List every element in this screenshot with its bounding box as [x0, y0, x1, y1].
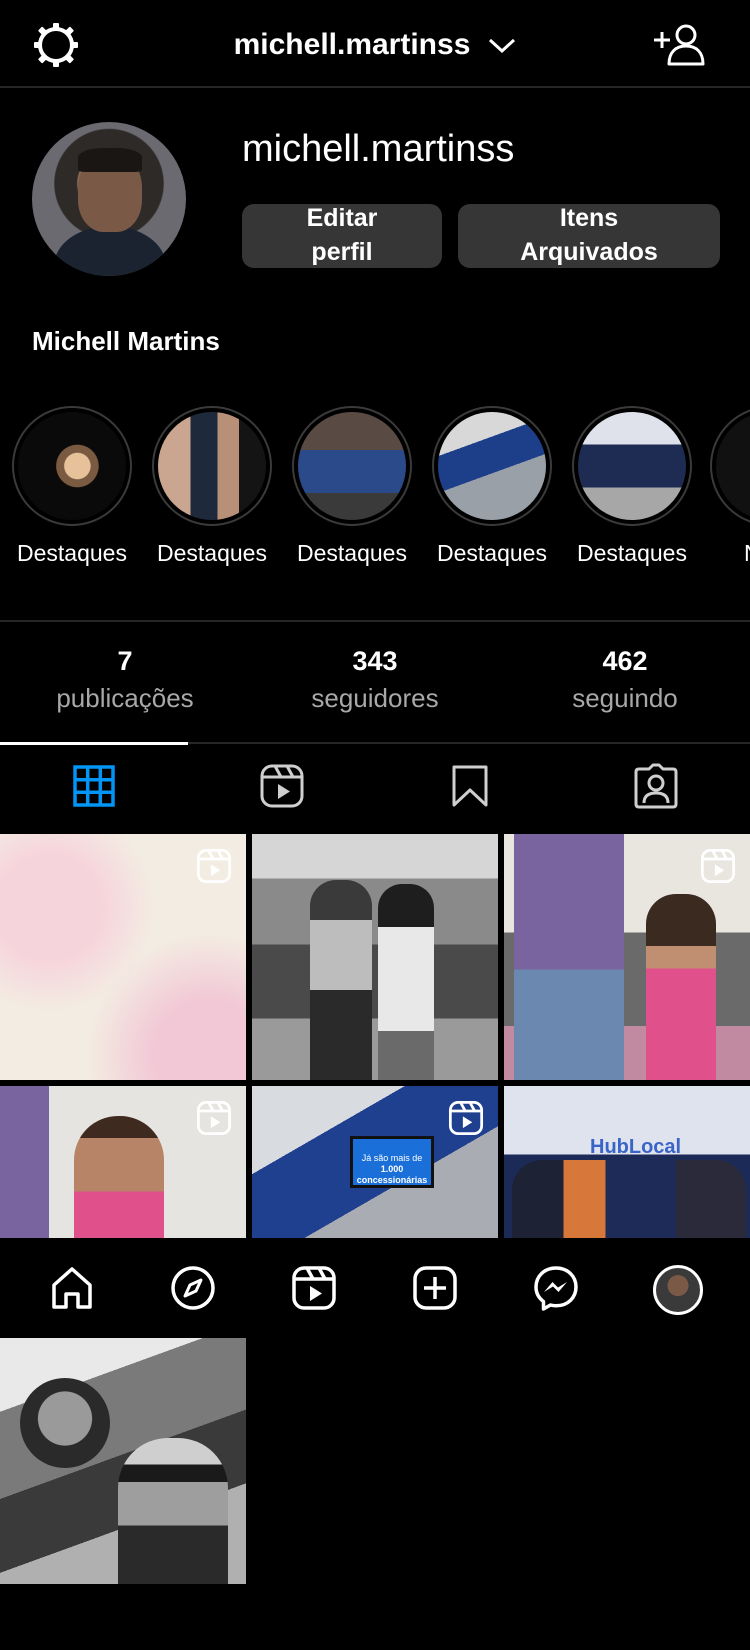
tv-screen-line1: Já são mais de — [361, 1153, 423, 1163]
add-user-icon[interactable] — [652, 22, 706, 68]
active-tab-indicator — [0, 742, 188, 745]
account-switcher[interactable]: michell.martinss — [0, 28, 750, 63]
post-thumbnail[interactable]: HubLocal — [504, 1086, 750, 1238]
tv-screen: Já são mais de 1.000 concessionárias — [350, 1136, 434, 1188]
photo-person — [310, 880, 372, 1080]
highlight-thumb — [716, 412, 750, 520]
nav-profile[interactable] — [648, 1260, 708, 1320]
nav-explore[interactable] — [163, 1260, 223, 1320]
bookmark-icon — [450, 764, 490, 813]
nav-reels[interactable] — [284, 1260, 344, 1320]
post-thumbnail[interactable]: Já são mais de 1.000 concessionárias — [252, 1086, 498, 1238]
reels-icon — [259, 763, 305, 814]
banner-text: HubLocal — [590, 1136, 682, 1158]
reels-icon — [196, 848, 232, 889]
highlight-label: Destaques — [297, 540, 407, 566]
edit-label-line1: Editar — [306, 204, 378, 233]
highlight-thumb — [18, 412, 126, 520]
avatar-hair — [78, 148, 142, 172]
highlight-ring — [710, 406, 750, 526]
reels-icon — [700, 848, 736, 889]
section-divider — [0, 620, 750, 622]
profile-username: michell.martinss — [242, 128, 515, 170]
photo-person — [378, 884, 434, 1080]
tagged-icon — [633, 763, 679, 814]
tab-reels[interactable] — [188, 758, 376, 818]
post-thumbnail[interactable] — [504, 834, 750, 1080]
grid-icon — [73, 764, 115, 812]
highlight-item[interactable]: Destaques — [10, 406, 134, 567]
stat-value: 343 — [352, 646, 398, 676]
stat-value: 462 — [602, 646, 648, 676]
edit-label-line2: perfil — [311, 238, 373, 266]
post-thumbnail[interactable] — [0, 834, 246, 1080]
highlight-item[interactable]: Destaques — [570, 406, 694, 567]
photo-person — [646, 894, 716, 1080]
home-icon — [49, 1265, 95, 1316]
highlight-ring — [12, 406, 132, 526]
stat-value: 7 — [117, 646, 133, 676]
stat-label: seguidores — [311, 683, 439, 713]
highlight-thumb — [158, 412, 266, 520]
stat-followers[interactable]: 343 seguidores — [250, 646, 500, 714]
chevron-down-icon — [488, 29, 516, 63]
highlight-item[interactable]: N — [710, 406, 750, 567]
photo-person — [514, 834, 624, 1080]
highlight-label: Destaques — [437, 540, 547, 566]
compass-icon — [169, 1264, 217, 1317]
tab-grid[interactable] — [0, 758, 188, 818]
archived-items-button[interactable]: Itens Arquivados — [458, 204, 720, 268]
avatar-shirt — [54, 226, 166, 276]
highlight-thumb — [298, 412, 406, 520]
stat-label: seguindo — [572, 683, 678, 713]
highlight-thumb — [438, 412, 546, 520]
archive-label-line2: Arquivados — [520, 238, 658, 266]
stat-label: publicações — [56, 683, 194, 713]
reels-icon — [291, 1265, 337, 1316]
highlight-ring — [152, 406, 272, 526]
plus-square-icon — [412, 1265, 458, 1316]
highlight-ring — [572, 406, 692, 526]
top-bar: michell.martinss — [0, 0, 750, 88]
tv-screen-line2: 1.000 concessionárias — [356, 1164, 428, 1185]
nav-create[interactable] — [405, 1260, 465, 1320]
nav-messenger[interactable] — [526, 1260, 586, 1320]
tab-saved[interactable] — [376, 758, 564, 818]
highlight-item[interactable]: Destaques — [430, 406, 554, 567]
highlight-ring — [292, 406, 412, 526]
photo-person — [74, 1116, 164, 1238]
photo-person — [20, 1378, 110, 1468]
photo-person — [118, 1438, 228, 1584]
tab-tagged[interactable] — [562, 758, 750, 818]
highlight-label: Destaques — [157, 540, 267, 566]
highlight-ring — [432, 406, 552, 526]
bottom-navigation — [0, 1238, 750, 1338]
post-thumbnail[interactable] — [0, 1338, 246, 1584]
highlight-label: Destaques — [577, 540, 687, 566]
header-username: michell.martinss — [233, 28, 471, 61]
profile-full-name: Michell Martins — [32, 326, 220, 356]
highlight-thumb — [578, 412, 686, 520]
highlight-item[interactable]: Destaques — [150, 406, 274, 567]
highlight-label: Destaques — [17, 540, 127, 566]
highlight-label: N — [710, 540, 750, 567]
photo-group — [512, 1160, 746, 1238]
stat-following[interactable]: 462 seguindo — [500, 646, 750, 714]
nav-home[interactable] — [42, 1260, 102, 1320]
profile-avatar[interactable] — [32, 122, 186, 276]
messenger-icon — [532, 1264, 580, 1317]
highlight-item[interactable]: Destaques — [290, 406, 414, 567]
reels-icon — [196, 1100, 232, 1141]
stat-posts[interactable]: 7 publicações — [0, 646, 250, 714]
avatar — [653, 1265, 703, 1315]
archive-label-line1: Itens — [559, 204, 619, 233]
post-thumbnail[interactable] — [252, 834, 498, 1080]
reels-icon — [448, 1100, 484, 1141]
edit-profile-button[interactable]: Editar perfil — [242, 204, 442, 268]
post-thumbnail[interactable] — [0, 1086, 246, 1238]
